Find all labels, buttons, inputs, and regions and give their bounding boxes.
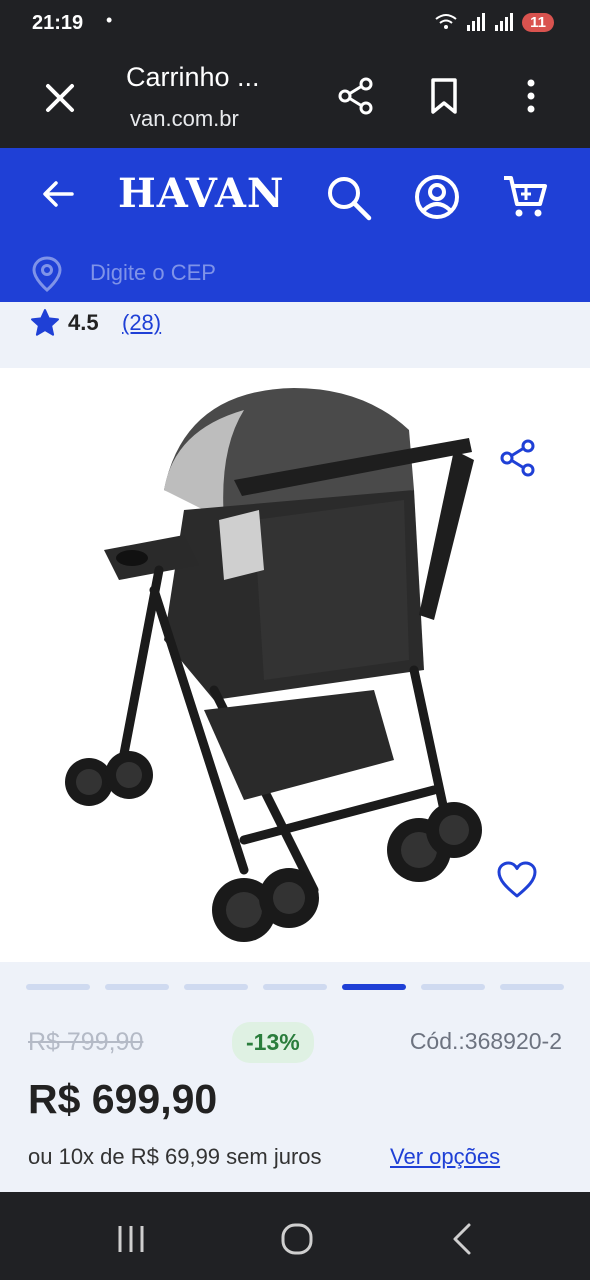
browser-toolbar: Carrinho ... van.com.br xyxy=(0,50,590,148)
cep-row xyxy=(0,246,590,302)
installments-text: ou 10x de R$ 69,99 sem juros xyxy=(28,1144,322,1169)
carousel-dot-active[interactable] xyxy=(342,984,406,990)
share-icon[interactable] xyxy=(498,438,538,478)
search-icon[interactable] xyxy=(324,174,374,222)
status-indicators: 11 xyxy=(434,12,554,32)
home-icon[interactable] xyxy=(280,1222,314,1256)
status-bar: 21:19 • 11 xyxy=(0,0,590,50)
more-vert-icon[interactable] xyxy=(516,76,546,116)
rating-count-link[interactable]: (28) xyxy=(122,310,161,336)
bookmark-icon[interactable] xyxy=(426,76,462,116)
rating-value: 4.5 xyxy=(68,310,99,335)
cep-input[interactable] xyxy=(90,256,510,290)
rating-row: 4.5 (28) xyxy=(0,302,590,368)
carousel-dot[interactable] xyxy=(500,984,564,990)
account-icon[interactable] xyxy=(412,172,462,222)
heart-icon[interactable] xyxy=(496,860,538,900)
status-time: 21:19 xyxy=(32,12,84,34)
carousel-dot[interactable] xyxy=(105,984,169,990)
price-section: R$ 799,90 -13% Cód.:368920-2 R$ 699,90 o… xyxy=(0,1014,590,1192)
signal-icon xyxy=(467,13,486,31)
location-pin-icon xyxy=(32,256,62,292)
share-icon[interactable] xyxy=(336,76,376,116)
battery-indicator: 11 xyxy=(522,12,554,32)
system-nav-bar xyxy=(0,1192,590,1280)
carousel-indicators xyxy=(0,962,590,1014)
payment-options-link[interactable]: Ver opções xyxy=(390,1144,500,1170)
star-icon xyxy=(31,309,59,336)
site-header: HAVAN xyxy=(0,148,590,302)
old-price: R$ 799,90 xyxy=(28,1028,144,1056)
arrow-left-icon[interactable] xyxy=(38,174,78,214)
carousel-dot[interactable] xyxy=(184,984,248,990)
carousel-dot[interactable] xyxy=(421,984,485,990)
stroller-illustration xyxy=(65,388,482,942)
recents-icon[interactable] xyxy=(116,1224,146,1254)
carousel-dot[interactable] xyxy=(26,984,90,990)
product-code: Cód.:368920-2 xyxy=(409,1028,562,1054)
page-url[interactable]: van.com.br xyxy=(130,106,239,132)
cart-icon[interactable] xyxy=(500,172,550,222)
current-price: R$ 699,90 xyxy=(28,1076,218,1122)
havan-logo[interactable]: HAVAN xyxy=(118,170,284,217)
close-icon[interactable] xyxy=(40,78,80,118)
back-icon[interactable] xyxy=(450,1222,474,1256)
discount-badge: -13% xyxy=(232,1022,314,1063)
notification-dot: • xyxy=(106,10,113,30)
carousel-dot[interactable] xyxy=(263,984,327,990)
page-title: Carrinho ... xyxy=(126,62,260,92)
signal-icon-2 xyxy=(495,13,514,31)
wifi-icon xyxy=(435,14,457,29)
product-image[interactable] xyxy=(14,370,574,960)
